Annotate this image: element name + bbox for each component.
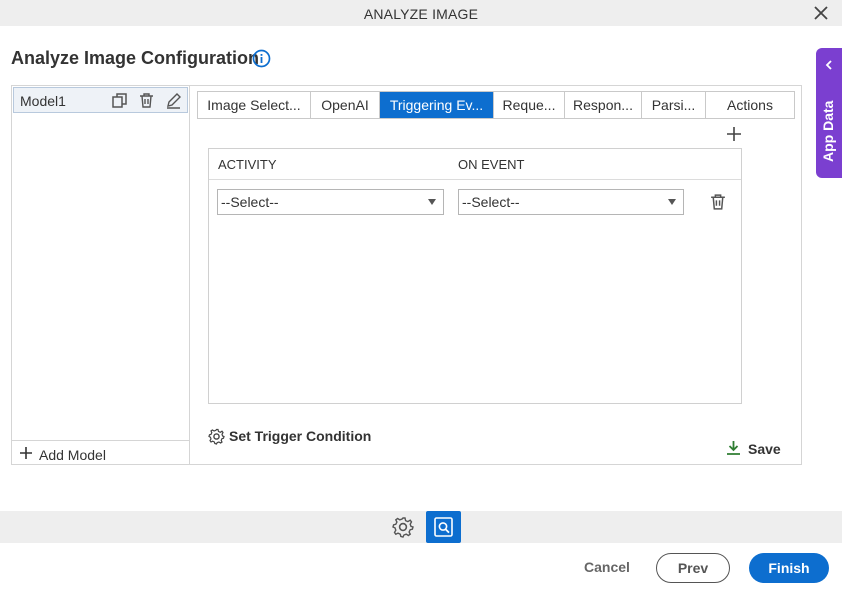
activity-select[interactable]: --Select-- — [217, 189, 444, 215]
title-bar: ANALYZE IMAGE — [0, 0, 842, 26]
tab-image-selection[interactable]: Image Select... — [198, 92, 311, 118]
column-header-activity: ACTIVITY — [218, 157, 277, 172]
chevron-down-icon — [668, 199, 676, 205]
tab-actions[interactable]: Actions — [706, 92, 794, 118]
add-model-button[interactable]: Add Model — [12, 440, 190, 464]
cancel-button[interactable]: Cancel — [584, 559, 630, 575]
chevron-left-icon — [825, 60, 832, 70]
duplicate-icon[interactable] — [111, 92, 128, 109]
window-title: ANALYZE IMAGE — [363, 6, 479, 22]
prev-button[interactable]: Prev — [656, 553, 730, 583]
on-event-select[interactable]: --Select-- — [458, 189, 684, 215]
tab-openai[interactable]: OpenAI — [311, 92, 380, 118]
plus-icon — [20, 447, 32, 459]
image-search-button[interactable] — [426, 511, 461, 543]
save-label: Save — [748, 441, 781, 457]
trigger-grid: ACTIVITY ON EVENT — [208, 148, 742, 404]
gear-icon — [208, 428, 225, 445]
trash-icon[interactable] — [709, 193, 727, 211]
column-header-on-event: ON EVENT — [458, 157, 525, 172]
activity-select-value: --Select-- — [221, 194, 279, 210]
tab-triggering-events[interactable]: Triggering Ev... — [380, 92, 494, 118]
model-item[interactable]: Model1 — [13, 87, 188, 113]
download-icon — [727, 441, 740, 455]
trash-icon[interactable] — [138, 92, 155, 109]
model-list-panel: Model1 Add Model — [12, 86, 190, 464]
model-name: Model1 — [20, 93, 66, 109]
app-data-tab[interactable]: App Data — [816, 48, 842, 178]
page-title: Analyze Image Configuration — [11, 48, 260, 68]
tab-request[interactable]: Reque... — [494, 92, 565, 118]
tab-parsing[interactable]: Parsi... — [642, 92, 706, 118]
close-icon[interactable] — [812, 4, 830, 22]
edit-icon[interactable] — [165, 92, 182, 109]
gear-icon[interactable] — [392, 516, 414, 538]
image-search-icon — [434, 517, 453, 537]
save-button[interactable]: Save — [725, 439, 785, 457]
add-row-icon[interactable] — [726, 126, 742, 142]
tab-bar: Image Select... OpenAI Triggering Ev... … — [197, 91, 795, 119]
on-event-select-value: --Select-- — [462, 194, 520, 210]
app-data-label: App Data — [820, 100, 836, 162]
add-model-label: Add Model — [39, 447, 106, 463]
chevron-down-icon — [428, 199, 436, 205]
finish-button[interactable]: Finish — [749, 553, 829, 583]
grid-header: ACTIVITY ON EVENT — [209, 149, 741, 180]
tab-response[interactable]: Respon... — [565, 92, 642, 118]
set-trigger-condition-label: Set Trigger Condition — [229, 428, 372, 444]
info-icon[interactable] — [252, 49, 271, 68]
bottom-toolbar — [0, 511, 842, 543]
